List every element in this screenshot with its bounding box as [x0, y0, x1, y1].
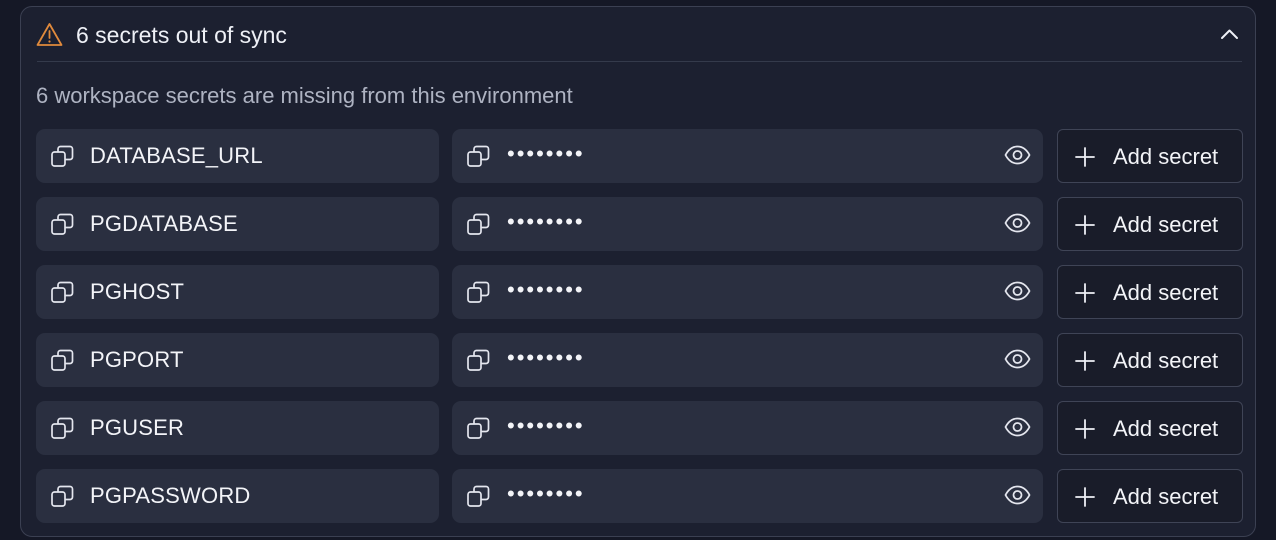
secret-key-text: PGPORT [90, 347, 184, 372]
panel-title: 6 secrets out of sync [76, 22, 287, 48]
add-secret-button[interactable]: Add secret [1057, 129, 1243, 183]
add-secret-label: Add secret [1113, 144, 1219, 169]
secret-value-masked: •••••••• [507, 481, 585, 506]
add-secret-button[interactable]: Add secret [1057, 333, 1243, 387]
secret-key-text: PGPASSWORD [90, 483, 251, 508]
copy-icon[interactable] [50, 416, 75, 441]
secret-key-field[interactable]: PGDATABASE [36, 197, 439, 251]
panel-header[interactable]: 6 secrets out of sync [21, 7, 1255, 63]
secret-value-field[interactable]: •••••••• [452, 469, 1043, 523]
copy-icon[interactable] [466, 280, 491, 305]
plus-icon [1075, 215, 1095, 235]
secret-row: PGUSER •••••••• Add secret [36, 401, 1244, 455]
secret-key-field[interactable]: PGPASSWORD [36, 469, 439, 523]
chevron-up-icon[interactable] [1220, 27, 1239, 41]
secret-value-masked: •••••••• [507, 413, 585, 438]
copy-icon[interactable] [466, 212, 491, 237]
secret-key-field[interactable]: DATABASE_URL [36, 129, 439, 183]
secret-row: PGDATABASE •••••••• Add secret [36, 197, 1244, 251]
add-secret-label: Add secret [1113, 212, 1219, 237]
copy-icon[interactable] [466, 484, 491, 509]
secret-row: PGPASSWORD •••••••• Add secret [36, 469, 1244, 523]
copy-icon[interactable] [466, 144, 491, 169]
secret-key-field[interactable]: PGPORT [36, 333, 439, 387]
secret-key-field[interactable]: PGUSER [36, 401, 439, 455]
secret-key-text: PGUSER [90, 415, 185, 440]
plus-icon [1075, 351, 1095, 371]
copy-icon[interactable] [50, 280, 75, 305]
eye-icon[interactable] [1004, 347, 1031, 371]
secret-key-text: PGDATABASE [90, 211, 238, 236]
add-secret-label: Add secret [1113, 348, 1219, 373]
secret-value-field[interactable]: •••••••• [452, 265, 1043, 319]
add-secret-button[interactable]: Add secret [1057, 265, 1243, 319]
secret-value-masked: •••••••• [507, 141, 585, 166]
secrets-sync-panel: 6 secrets out of sync 6 workspace secret… [20, 6, 1256, 537]
plus-icon [1075, 487, 1095, 507]
warning-triangle-icon [36, 23, 63, 46]
secret-value-masked: •••••••• [507, 345, 585, 370]
copy-icon[interactable] [50, 144, 75, 169]
copy-icon[interactable] [466, 416, 491, 441]
secret-key-field[interactable]: PGHOST [36, 265, 439, 319]
secret-value-field[interactable]: •••••••• [452, 401, 1043, 455]
add-secret-label: Add secret [1113, 280, 1219, 305]
add-secret-label: Add secret [1113, 484, 1219, 509]
plus-icon [1075, 147, 1095, 167]
secrets-list: DATABASE_URL •••••••• Add secret PGDATAB… [36, 129, 1244, 536]
add-secret-button[interactable]: Add secret [1057, 401, 1243, 455]
secret-value-field[interactable]: •••••••• [452, 333, 1043, 387]
panel-subtitle: 6 workspace secrets are missing from thi… [36, 83, 573, 108]
eye-icon[interactable] [1004, 279, 1031, 303]
plus-icon [1075, 419, 1095, 439]
add-secret-button[interactable]: Add secret [1057, 469, 1243, 523]
copy-icon[interactable] [466, 348, 491, 373]
secret-row: PGHOST •••••••• Add secret [36, 265, 1244, 319]
secret-value-masked: •••••••• [507, 277, 585, 302]
header-divider [37, 61, 1242, 62]
eye-icon[interactable] [1004, 415, 1031, 439]
secret-value-masked: •••••••• [507, 209, 585, 234]
copy-icon[interactable] [50, 348, 75, 373]
secret-key-text: DATABASE_URL [90, 143, 263, 168]
add-secret-label: Add secret [1113, 416, 1219, 441]
copy-icon[interactable] [50, 484, 75, 509]
plus-icon [1075, 283, 1095, 303]
secret-value-field[interactable]: •••••••• [452, 197, 1043, 251]
eye-icon[interactable] [1004, 143, 1031, 167]
add-secret-button[interactable]: Add secret [1057, 197, 1243, 251]
secret-row: PGPORT •••••••• Add secret [36, 333, 1244, 387]
eye-icon[interactable] [1004, 211, 1031, 235]
eye-icon[interactable] [1004, 483, 1031, 507]
secret-value-field[interactable]: •••••••• [452, 129, 1043, 183]
copy-icon[interactable] [50, 212, 75, 237]
secret-key-text: PGHOST [90, 279, 185, 304]
secret-row: DATABASE_URL •••••••• Add secret [36, 129, 1244, 183]
